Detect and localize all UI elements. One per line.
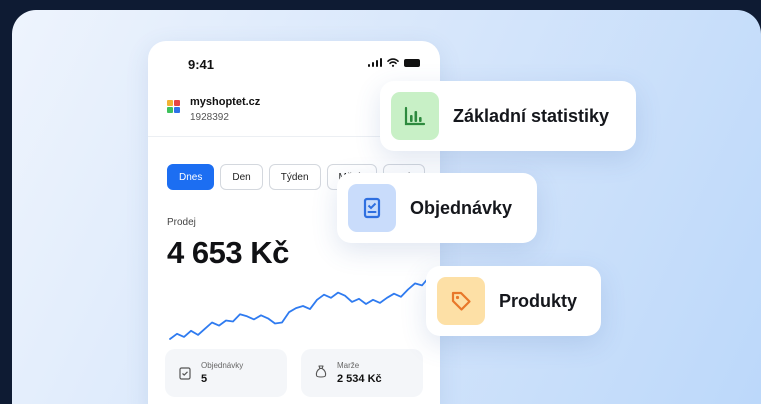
stat-margin-label: Marže bbox=[337, 361, 360, 370]
shop-logo-icon bbox=[167, 100, 180, 113]
receipt-icon bbox=[363, 197, 381, 219]
feature-label: Objednávky bbox=[410, 197, 513, 218]
feature-label: Základní statistiky bbox=[453, 105, 610, 126]
feature-icon-box bbox=[391, 92, 439, 140]
feature-label: Produkty bbox=[499, 290, 578, 311]
signal-icon bbox=[367, 58, 382, 67]
sales-label: Prodej bbox=[167, 217, 196, 228]
shop-name[interactable]: myshoptet.cz bbox=[190, 96, 260, 108]
feature-icon-box bbox=[437, 277, 485, 325]
tab-tyden[interactable]: Týden bbox=[268, 164, 321, 190]
money-bag-icon bbox=[315, 365, 327, 378]
tab-dnes[interactable]: Dnes bbox=[167, 164, 215, 190]
tag-icon bbox=[451, 291, 471, 311]
sparkline-path bbox=[169, 270, 437, 340]
feature-basic-stats[interactable]: Základní statistiky bbox=[380, 81, 636, 151]
tab-den[interactable]: Den bbox=[220, 164, 263, 190]
battery-icon bbox=[404, 58, 420, 67]
shop-id: 1928392 bbox=[190, 112, 229, 123]
stat-margin-value: 2 534 Kč bbox=[337, 373, 382, 385]
sales-value: 4 653 Kč bbox=[167, 235, 289, 270]
status-time: 9:41 bbox=[188, 57, 215, 72]
hero-card: 9:41 myshoptet.cz 1928392 Dnes Den Týden bbox=[12, 10, 761, 404]
stat-orders-label: Objednávky bbox=[201, 361, 244, 370]
stat-margin[interactable]: Marže 2 534 Kč bbox=[301, 349, 423, 397]
stat-orders[interactable]: Objednávky 5 bbox=[165, 349, 287, 397]
status-icons bbox=[367, 58, 420, 67]
receipt-icon bbox=[179, 367, 191, 380]
stat-orders-value: 5 bbox=[201, 373, 208, 385]
wifi-icon bbox=[387, 58, 399, 67]
sales-sparkline bbox=[169, 270, 437, 340]
feature-icon-box bbox=[348, 184, 396, 232]
feature-products[interactable]: Produkty bbox=[426, 266, 601, 336]
bar-chart-icon bbox=[404, 106, 426, 126]
feature-orders[interactable]: Objednávky bbox=[337, 173, 537, 243]
